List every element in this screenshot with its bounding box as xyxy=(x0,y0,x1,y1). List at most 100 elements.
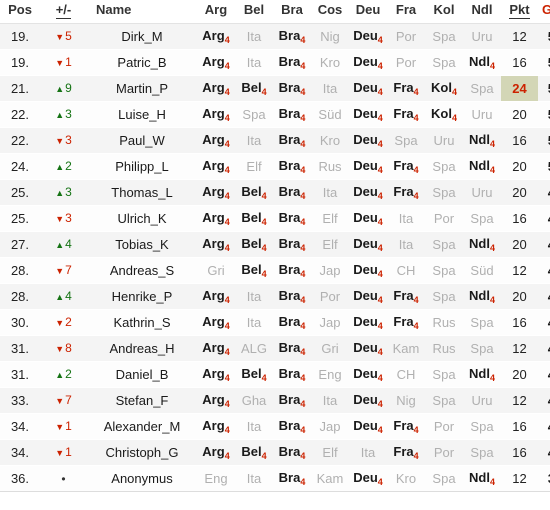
team-code: Arg4 xyxy=(202,210,230,227)
team-code: Süd xyxy=(470,262,494,278)
team-multiplier: 4 xyxy=(300,269,306,279)
cell-team-pick: Arg4 xyxy=(197,309,235,336)
team-multiplier: 4 xyxy=(489,373,495,383)
team-code: Ita xyxy=(398,210,414,226)
cell-rank-change: • xyxy=(40,465,87,492)
cell-team-pick: Elf xyxy=(311,231,349,258)
cell-team-pick: Ita xyxy=(311,387,349,414)
cell-points: 16 xyxy=(501,205,538,232)
cell-points: 16 xyxy=(501,413,538,440)
cell-points: 12 xyxy=(501,465,538,492)
team-code: Ita xyxy=(322,184,338,200)
team-multiplier: 4 xyxy=(377,217,383,227)
table-row: 33. ▼7 Stefan_F Arg4 Gha Bra4 Ita Deu4 Nig Spa Uru… xyxy=(0,387,550,414)
team-multiplier: 4 xyxy=(261,191,267,201)
cell-points: 20 xyxy=(501,283,538,310)
cell-total: 42 xyxy=(538,387,550,414)
cell-player-name: Luise_H xyxy=(87,101,197,128)
cell-team-pick: Bra4 xyxy=(273,283,311,310)
cell-team-pick: Deu4 xyxy=(349,179,387,206)
cell-team-pick: Jap xyxy=(311,413,349,440)
cell-team-pick: Süd xyxy=(463,257,501,284)
team-code: Bel4 xyxy=(241,80,267,97)
team-code: Arg4 xyxy=(202,366,230,383)
team-multiplier: 4 xyxy=(224,347,230,357)
team-code: Gha xyxy=(241,392,267,408)
team-code: Fra4 xyxy=(393,418,419,435)
team-code: Por xyxy=(433,444,455,460)
team-code: Deu4 xyxy=(353,418,383,435)
down-triangle-icon: ▼ xyxy=(55,344,65,354)
cell-points: 12 xyxy=(501,335,538,362)
column-header-label: +/- xyxy=(55,2,72,19)
cell-rank-change: ▼1 xyxy=(40,439,87,466)
team-code: Ita xyxy=(322,80,338,96)
cell-team-pick: Deu4 xyxy=(349,413,387,440)
cell-team-pick: Ndl4 xyxy=(463,153,501,180)
table-row: 21. ▲9 Martin_P Arg4 Bel4 Bra4 Ita Deu4 Fra4 Kol4… xyxy=(0,75,550,102)
cell-team-pick: Elf xyxy=(235,153,273,180)
down-triangle-icon: ▼ xyxy=(55,318,65,328)
cell-player-name: Tobias_K xyxy=(87,231,197,258)
column-header-ges[interactable]: Ges xyxy=(538,0,550,24)
cell-rank-change: ▲4 xyxy=(40,231,87,258)
team-code: Ita xyxy=(398,236,414,252)
team-code: Fra4 xyxy=(393,288,419,305)
team-multiplier: 4 xyxy=(300,139,306,149)
team-multiplier: 4 xyxy=(261,217,267,227)
cell-rank-change: ▼5 xyxy=(40,23,87,50)
column-header-label: Arg xyxy=(204,2,228,17)
team-code: Deu4 xyxy=(353,288,383,305)
cell-team-pick: Deu4 xyxy=(349,49,387,76)
team-code: Rus xyxy=(432,340,456,356)
cell-total: 46 xyxy=(538,283,550,310)
cell-team-pick: Kol4 xyxy=(425,101,463,128)
column-header-pkt[interactable]: Pkt xyxy=(501,0,538,24)
rank-change-value: 8 xyxy=(65,341,72,355)
rank-change-value: 2 xyxy=(65,315,72,329)
team-code: CH xyxy=(396,366,416,382)
cell-team-pick: Ndl4 xyxy=(463,127,501,154)
cell-team-pick: Deu4 xyxy=(349,127,387,154)
team-code: Bra4 xyxy=(278,28,306,45)
cell-points: 20 xyxy=(501,101,538,128)
team-code: Por xyxy=(433,418,455,434)
column-header-label: Deu xyxy=(355,2,381,17)
up-triangle-icon: ▲ xyxy=(55,84,65,94)
team-multiplier: 4 xyxy=(377,373,383,383)
team-multiplier: 4 xyxy=(413,295,419,305)
team-code: Fra4 xyxy=(393,106,419,123)
table-row: 24. ▲2 Philipp_L Arg4 Elf Bra4 Rus Deu4 Fra4 Spa N… xyxy=(0,153,550,180)
cell-team-pick: Rus xyxy=(425,335,463,362)
cell-team-pick: Uru xyxy=(463,101,501,128)
team-code: Kro xyxy=(319,132,341,148)
cell-team-pick: Arg4 xyxy=(197,231,235,258)
cell-team-pick: Bel4 xyxy=(235,257,273,284)
team-code: Deu4 xyxy=(353,262,383,279)
column-header-label: Ges xyxy=(542,2,550,17)
team-multiplier: 4 xyxy=(300,165,306,175)
team-multiplier: 4 xyxy=(261,269,267,279)
team-code: Fra4 xyxy=(393,184,419,201)
cell-team-pick: Bra4 xyxy=(273,413,311,440)
cell-total: 44 xyxy=(538,335,550,362)
cell-rank-change: ▼1 xyxy=(40,413,87,440)
down-triangle-icon: ▼ xyxy=(55,58,65,68)
team-multiplier: 4 xyxy=(224,113,230,123)
cell-team-pick: Deu4 xyxy=(349,23,387,50)
cell-team-pick: Por xyxy=(311,283,349,310)
column-header-pos: Pos xyxy=(0,0,40,24)
team-code: Gri xyxy=(207,262,225,278)
team-multiplier: 4 xyxy=(413,113,419,123)
column-header-label: Pos xyxy=(8,2,32,17)
column-header-delta[interactable]: +/- xyxy=(40,0,87,24)
cell-team-pick: Por xyxy=(425,413,463,440)
table-row: 25. ▼3 Ulrich_K Arg4 Bel4 Bra4 Elf Deu4 Ita Por Sp… xyxy=(0,205,550,232)
cell-team-pick: ALG xyxy=(235,335,273,362)
team-code: Spa xyxy=(432,184,456,200)
cell-team-pick: Spa xyxy=(463,439,501,466)
team-code: Fra4 xyxy=(393,158,419,175)
team-code: Arg4 xyxy=(202,54,230,71)
cell-team-pick: Fra4 xyxy=(387,309,425,336)
team-code: Spa xyxy=(470,210,494,226)
